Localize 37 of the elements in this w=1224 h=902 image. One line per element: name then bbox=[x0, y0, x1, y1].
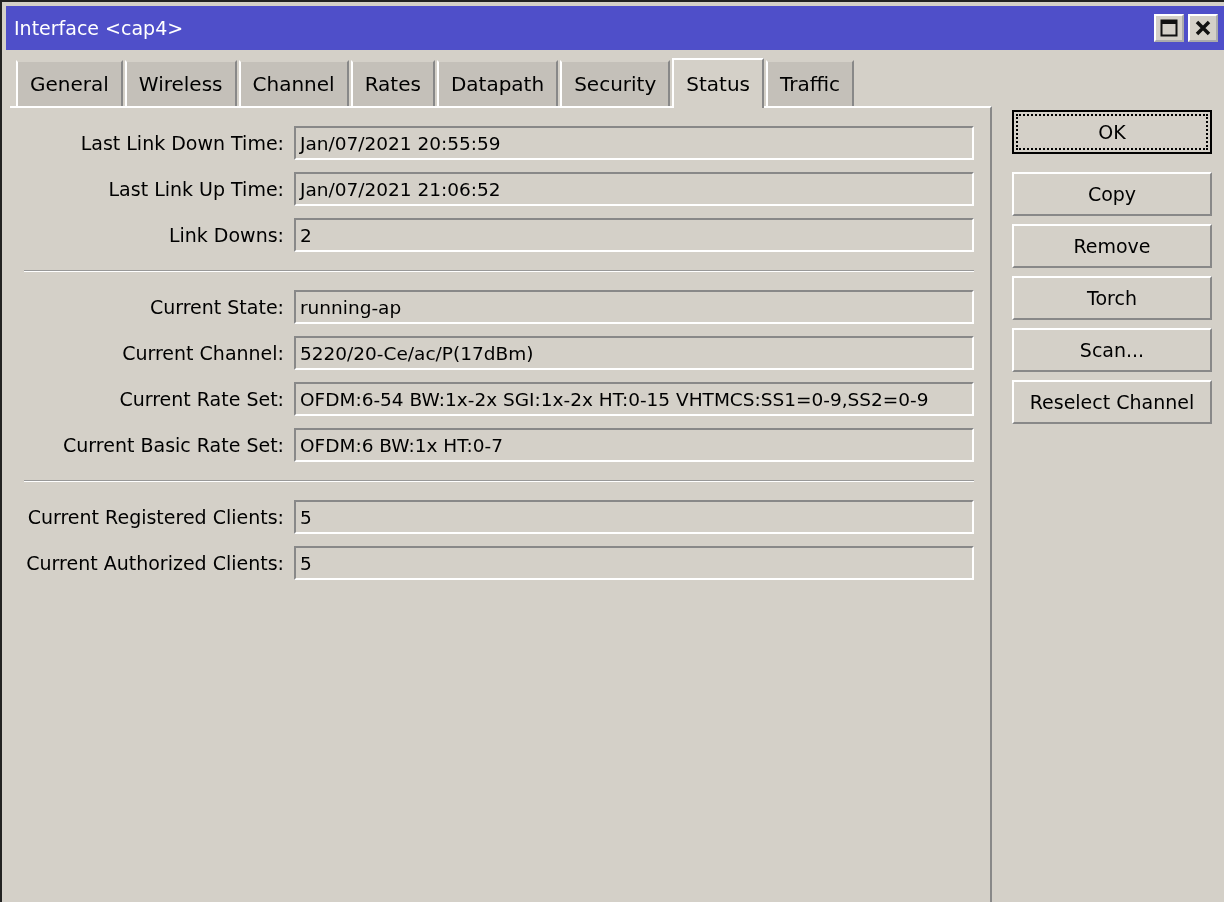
tab[interactable]: General bbox=[16, 60, 123, 106]
tab[interactable]: Datapath bbox=[436, 60, 559, 106]
value-field: 5220/20-Ce/ac/P(17dBm) bbox=[294, 336, 974, 370]
field-label: Current Channel: bbox=[121, 342, 285, 364]
field-label: Last Link Down Time: bbox=[79, 132, 285, 154]
value-field: OFDM:6 BW:1x HT:0-7 bbox=[294, 428, 974, 462]
action-button[interactable]: Copy bbox=[1012, 172, 1212, 216]
value-field: OFDM:6-54 BW:1x-2x SGI:1x-2x HT:0-15 VHTMCS:SS1=0-9,SS2=0-9 bbox=[294, 382, 974, 416]
field-label: Current Registered Clients: bbox=[26, 506, 285, 528]
field-label: Current State: bbox=[148, 296, 285, 318]
window-title: Interface <cap4> bbox=[14, 17, 184, 39]
field-label: Current Authorized Clients: bbox=[25, 552, 285, 574]
tab[interactable]: Status bbox=[672, 58, 764, 108]
close-icon bbox=[1195, 20, 1211, 36]
value-field: Jan/07/2021 21:06:52 bbox=[294, 172, 974, 206]
action-button[interactable]: Reselect Channel bbox=[1012, 380, 1212, 424]
tab[interactable]: Wireless bbox=[124, 60, 237, 106]
action-button[interactable]: Torch bbox=[1012, 276, 1212, 320]
value-field: 5 bbox=[294, 500, 974, 534]
value-field: running-ap bbox=[294, 290, 974, 324]
tab[interactable]: Channel bbox=[238, 60, 349, 106]
maximize-icon bbox=[1160, 19, 1178, 37]
field-label: Link Downs: bbox=[167, 224, 285, 246]
field-label: Last Link Up Time: bbox=[107, 178, 285, 200]
action-button[interactable]: Remove bbox=[1012, 224, 1212, 268]
action-button[interactable]: OK bbox=[1012, 110, 1212, 154]
field-label: Current Basic Rate Set: bbox=[62, 434, 285, 456]
close-button[interactable] bbox=[1188, 14, 1218, 42]
action-button[interactable]: Scan... bbox=[1012, 328, 1212, 372]
field-label: Current Rate Set: bbox=[118, 388, 285, 410]
tab[interactable]: Traffic bbox=[766, 60, 855, 106]
tab[interactable]: Rates bbox=[350, 60, 435, 106]
maximize-button[interactable] bbox=[1154, 14, 1184, 42]
value-field: 2 bbox=[294, 218, 974, 252]
value-field: 5 bbox=[294, 546, 974, 580]
tab[interactable]: Security bbox=[560, 60, 671, 106]
value-field: Jan/07/2021 20:55:59 bbox=[294, 126, 974, 160]
